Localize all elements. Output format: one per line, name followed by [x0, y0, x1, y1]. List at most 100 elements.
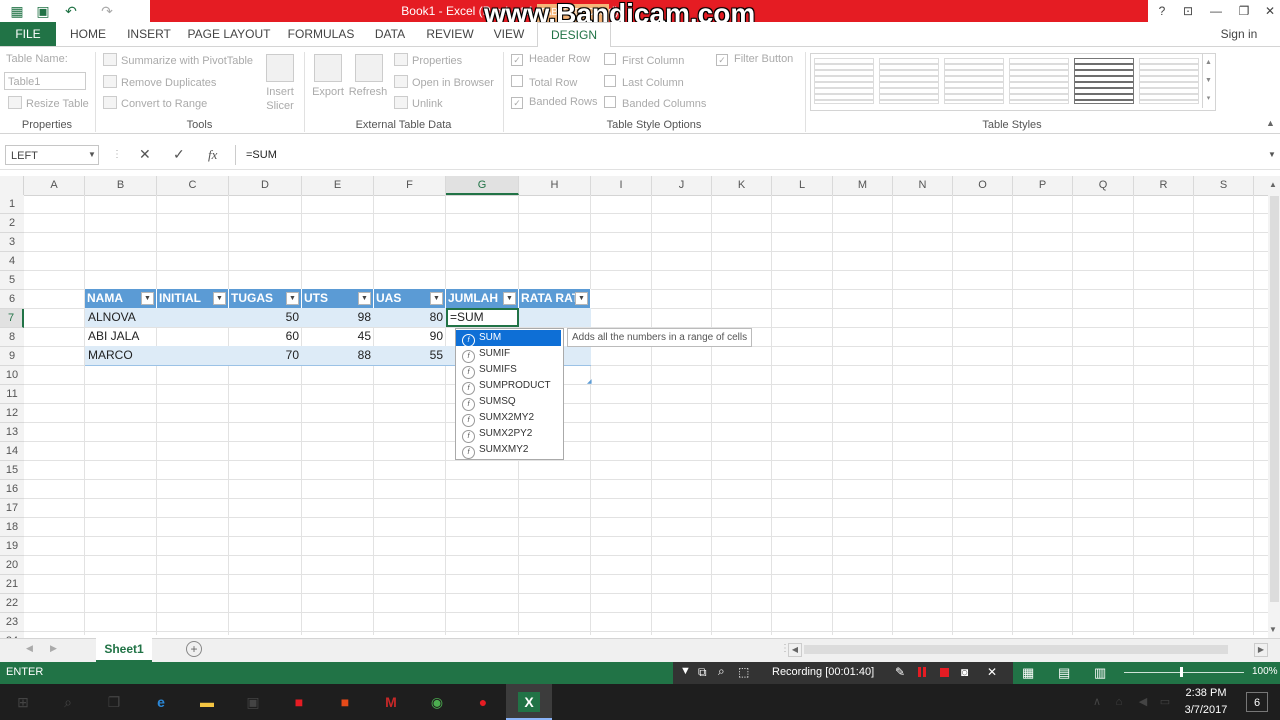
column-header-b[interactable]: B [85, 176, 157, 195]
insert-slicer-label-2[interactable]: Slicer [258, 100, 302, 112]
export-button[interactable]: Export [308, 86, 348, 98]
row-header-1[interactable]: 1 [0, 195, 24, 214]
column-header-m[interactable]: M [833, 176, 893, 195]
name-box[interactable]: LEFT [5, 145, 99, 165]
column-header-g[interactable]: G [446, 176, 519, 195]
table-cell-nama[interactable]: ABI JALA [85, 327, 157, 346]
banded-columns-checkbox[interactable]: Banded Columns [604, 96, 706, 110]
summarize-pivot-button[interactable]: Summarize with PivotTable [103, 53, 253, 67]
redo-icon[interactable]: ↷ [98, 2, 116, 20]
help-button[interactable]: ? [1148, 0, 1176, 22]
remove-duplicates-button[interactable]: Remove Duplicates [103, 75, 216, 89]
recording-menu-icon[interactable]: ▼ [680, 665, 691, 677]
store-icon[interactable]: ▣ [242, 692, 264, 712]
banded-rows-checkbox[interactable]: ✓ Banded Rows [511, 96, 598, 109]
filter-dropdown-icon[interactable]: ▼ [430, 292, 443, 305]
row-header-17[interactable]: 17 [0, 499, 24, 518]
row-header-12[interactable]: 12 [0, 404, 24, 423]
filter-dropdown-icon[interactable]: ▼ [141, 292, 154, 305]
table-style-option-selected[interactable] [1074, 58, 1134, 104]
external-properties-button[interactable]: Properties [394, 53, 462, 67]
row-header-18[interactable]: 18 [0, 518, 24, 537]
normal-view-icon[interactable]: ▦ [1022, 665, 1034, 681]
table-style-option[interactable] [879, 58, 939, 104]
clock-time[interactable]: 2:38 PM [1178, 687, 1234, 699]
tab-page-layout[interactable]: PAGE LAYOUT [186, 22, 272, 46]
column-header-q[interactable]: Q [1073, 176, 1134, 195]
table-cell-tugas[interactable]: 60 [229, 327, 302, 346]
table-header-uts[interactable]: UTS ▼ [302, 289, 374, 308]
filter-dropdown-icon[interactable]: ▼ [575, 292, 588, 305]
stop-icon[interactable] [940, 668, 949, 677]
scroll-left-icon[interactable]: ◀ [788, 643, 802, 657]
chrome-icon[interactable]: ◉ [426, 692, 448, 712]
column-header-s[interactable]: S [1194, 176, 1254, 195]
search-icon[interactable]: ⌕ [57, 692, 79, 712]
volume-icon[interactable]: ◀ [1132, 692, 1154, 712]
sign-in-link[interactable]: Sign in [1214, 22, 1264, 46]
ribbon-display-button[interactable]: ⊡ [1174, 0, 1202, 22]
pause-icon[interactable] [918, 667, 926, 677]
column-header-k[interactable]: K [712, 176, 772, 195]
open-in-browser-button[interactable]: Open in Browser [394, 75, 494, 89]
column-header-j[interactable]: J [652, 176, 712, 195]
mcafee-icon[interactable]: M [380, 692, 402, 712]
task-view-icon[interactable]: ❐ [103, 692, 125, 712]
excel-icon[interactable]: X [518, 692, 540, 712]
undo-icon[interactable]: ↶ [62, 2, 80, 20]
camera-icon[interactable]: ◙ [961, 665, 968, 679]
table-cell-uts[interactable]: 88 [302, 346, 374, 365]
column-header-o[interactable]: O [953, 176, 1013, 195]
table-cell-tugas[interactable]: 50 [229, 308, 302, 327]
table-header-nama[interactable]: NAMA ▼ [85, 289, 157, 308]
minimize-button[interactable]: — [1202, 0, 1230, 22]
row-header-14[interactable]: 14 [0, 442, 24, 461]
filter-dropdown-icon[interactable]: ▼ [213, 292, 226, 305]
column-header-l[interactable]: L [772, 176, 833, 195]
draw-pencil-icon[interactable]: ✎ [895, 665, 905, 679]
tab-review[interactable]: REVIEW [422, 22, 478, 46]
expand-formula-bar-icon[interactable]: ▼ [1268, 150, 1276, 159]
table-cell-nama[interactable]: MARCO [85, 346, 157, 365]
column-header-c[interactable]: C [157, 176, 229, 195]
enter-icon[interactable]: ✓ [173, 146, 185, 163]
autocomplete-item[interactable]: f SUMX2MY2 [456, 410, 561, 427]
row-header-8[interactable]: 8 [0, 328, 24, 347]
select-all-button[interactable] [0, 176, 24, 195]
table-header-rata-rata[interactable]: RATA RAT ▼ [519, 289, 591, 308]
row-header-6[interactable]: 6 [0, 290, 24, 309]
autocomplete-item[interactable]: f SUMIF [456, 346, 561, 363]
row-header-22[interactable]: 22 [0, 594, 24, 613]
column-header-h[interactable]: H [519, 176, 591, 195]
row-header-21[interactable]: 21 [0, 575, 24, 594]
window-capture-icon[interactable]: ⧉ [698, 665, 707, 680]
region-capture-icon[interactable]: ⬚ [738, 665, 749, 679]
column-header-i[interactable]: I [591, 176, 652, 195]
formula-input[interactable]: =SUM [237, 145, 1276, 165]
powerpoint-icon[interactable]: ■ [334, 692, 356, 712]
action-center-notifications[interactable]: 6 [1246, 692, 1268, 712]
horizontal-scroll-thumb[interactable] [804, 645, 1228, 654]
zoom-level[interactable]: 100% [1252, 666, 1278, 677]
edge-browser-icon[interactable]: e [150, 692, 172, 712]
vertical-scroll-thumb[interactable] [1270, 196, 1279, 602]
column-header-e[interactable]: E [302, 176, 374, 195]
table-header-tugas[interactable]: TUGAS ▼ [229, 289, 302, 308]
autocomplete-item[interactable]: f SUMXMY2 [456, 442, 561, 459]
row-header-7[interactable]: 7 [0, 309, 24, 328]
row-header-20[interactable]: 20 [0, 556, 24, 575]
resize-table-button[interactable]: Resize Table [8, 96, 89, 110]
close-button[interactable]: ✕ [1256, 0, 1280, 22]
clock-date[interactable]: 3/7/2017 [1178, 704, 1234, 716]
column-header-d[interactable]: D [229, 176, 302, 195]
table-resize-handle-icon[interactable]: ◢ [587, 378, 592, 385]
column-header-r[interactable]: R [1134, 176, 1194, 195]
row-header-11[interactable]: 11 [0, 385, 24, 404]
bandicam-icon[interactable]: ● [472, 692, 494, 712]
column-header-n[interactable]: N [893, 176, 953, 195]
row-header-5[interactable]: 5 [0, 271, 24, 290]
table-header-uas[interactable]: UAS ▼ [374, 289, 446, 308]
table-style-option[interactable] [1139, 58, 1199, 104]
scroll-right-icon[interactable]: ▶ [1254, 643, 1268, 657]
page-layout-view-icon[interactable]: ▤ [1058, 665, 1070, 681]
